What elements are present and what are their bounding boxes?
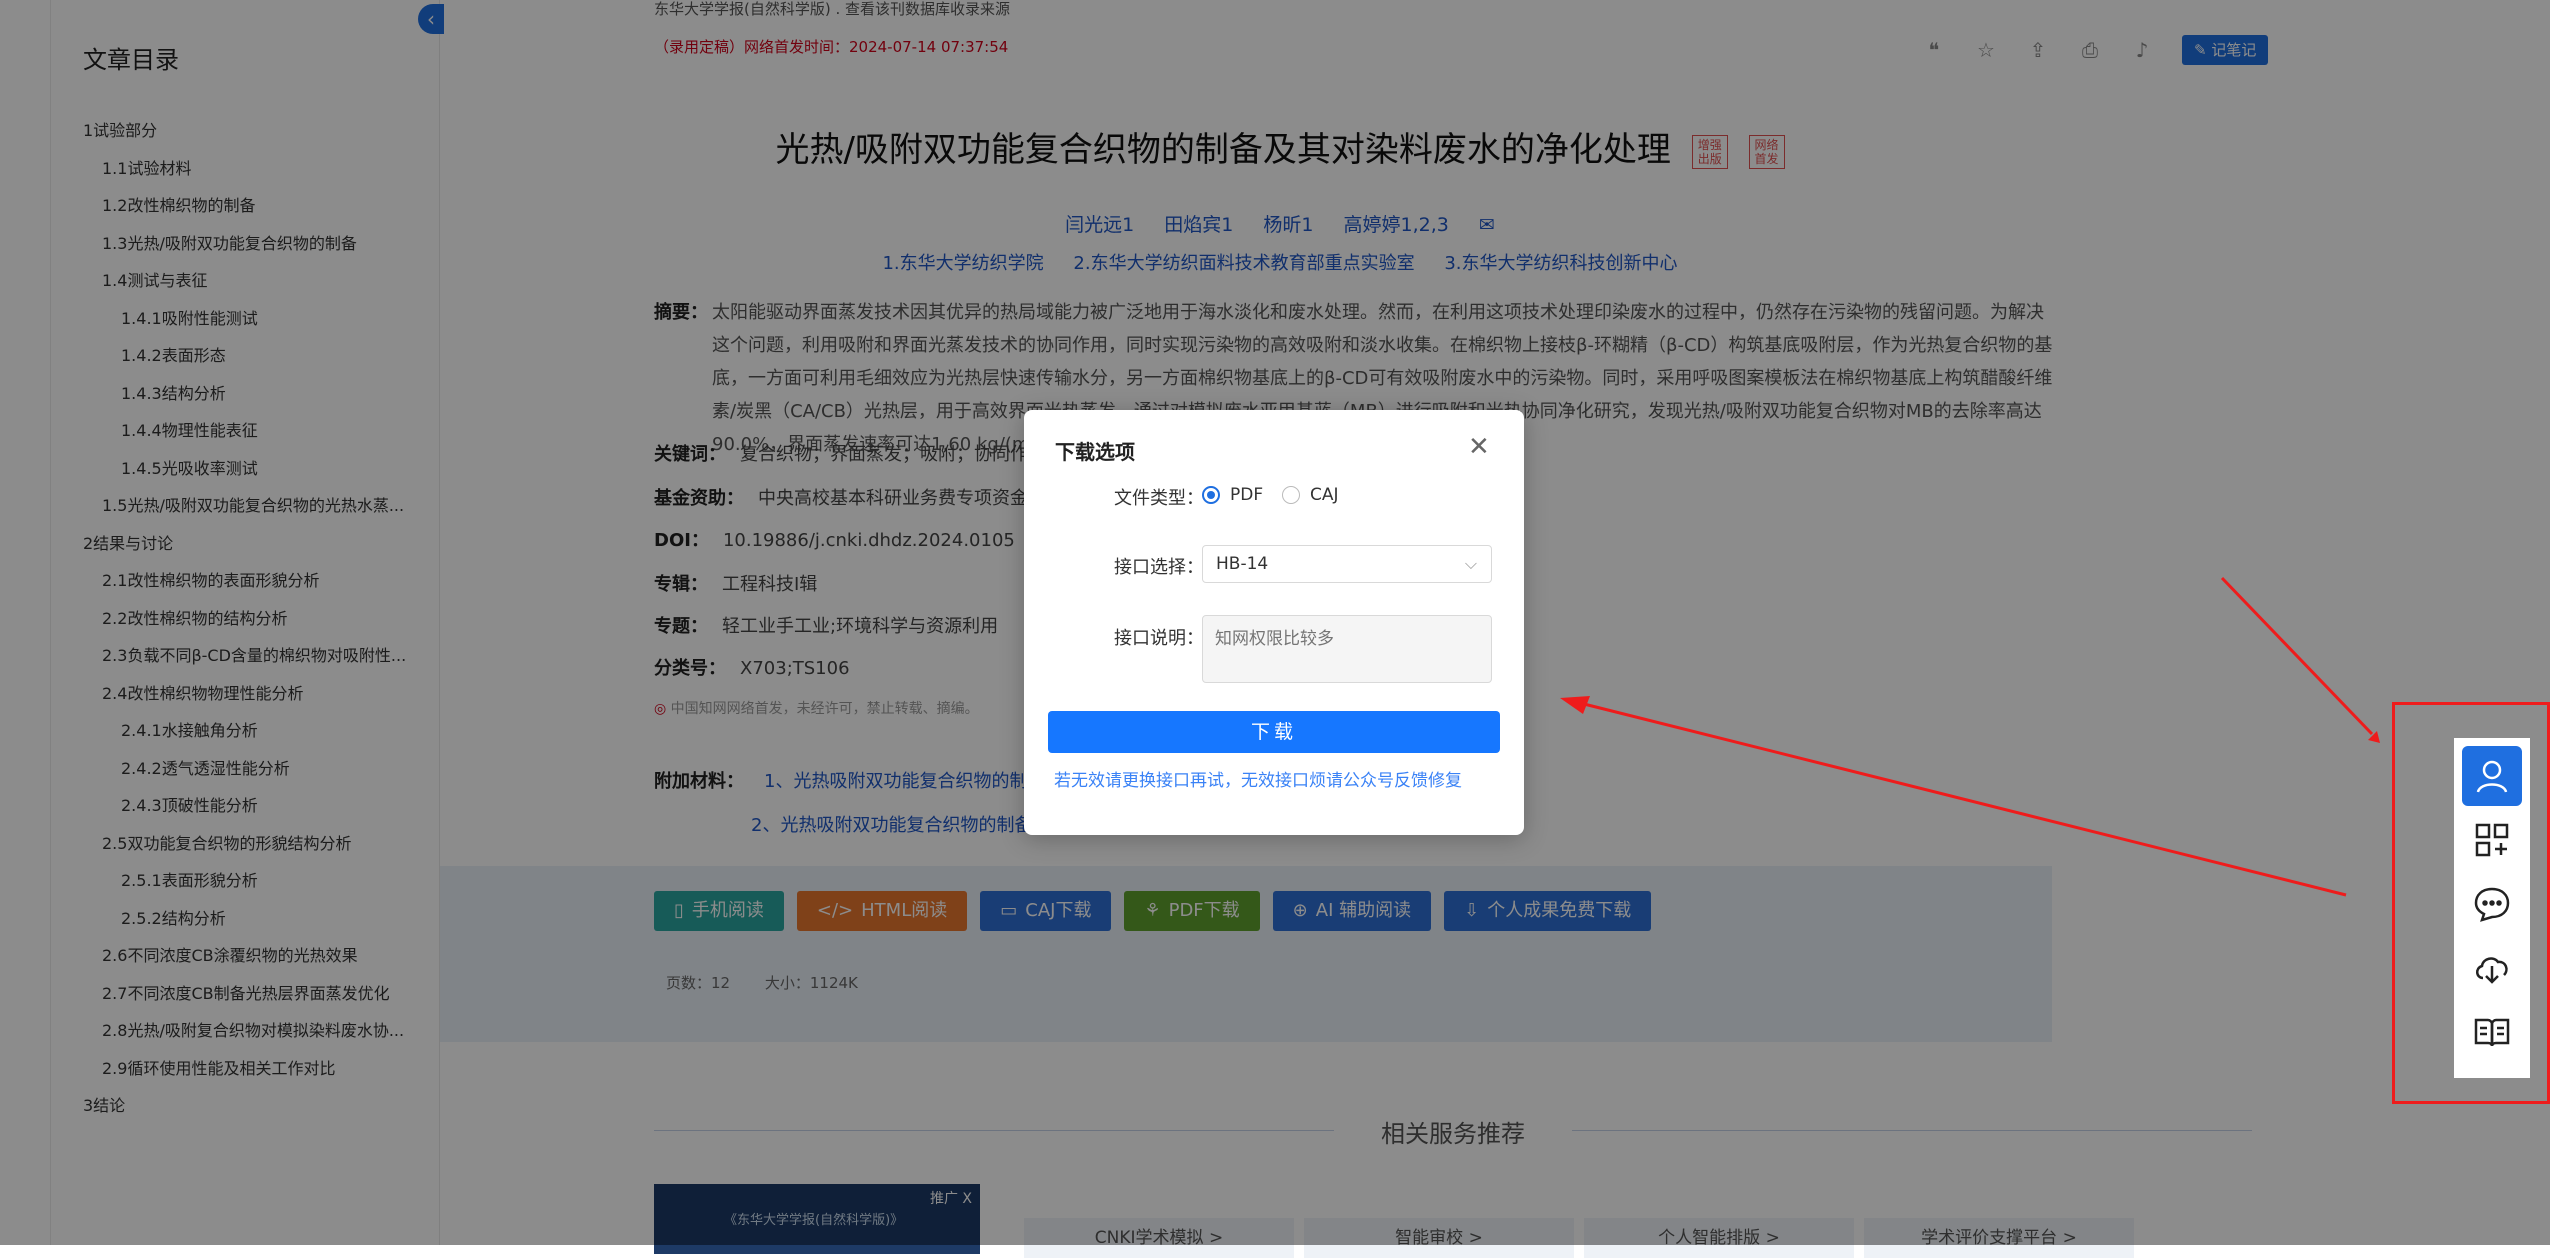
radio-pdf-label: PDF xyxy=(1230,485,1264,505)
radio-pdf[interactable]: PDF xyxy=(1202,485,1263,505)
download-options-dialog: 下载选项 ✕ 文件类型： PDF CAJ 接口选择： HB-14 ⌵ 接口说明：… xyxy=(1024,410,1524,835)
download-button[interactable]: 下载 xyxy=(1048,711,1500,753)
close-icon[interactable]: ✕ xyxy=(1468,434,1490,460)
radio-checked-icon xyxy=(1202,486,1220,504)
page: 文章目录 1试验部分 1.1试验材料 1.2改性棉织物的制备 1.3光热/吸附双功能复… xyxy=(0,0,2550,1258)
interface-description-field[interactable] xyxy=(1202,615,1492,683)
radio-caj[interactable]: CAJ xyxy=(1282,485,1339,505)
radio-caj-label: CAJ xyxy=(1310,485,1339,505)
radio-unchecked-icon xyxy=(1282,486,1300,504)
dialog-hint[interactable]: 若无效请更换接口再试，无效接口烦请公众号反馈修复 xyxy=(1054,766,1462,791)
interface-select[interactable]: HB-14 ⌵ xyxy=(1202,545,1492,583)
dialog-title: 下载选项 xyxy=(1055,440,1135,464)
interface-value: HB-14 xyxy=(1216,554,1269,574)
chevron-down-icon: ⌵ xyxy=(1464,554,1477,573)
